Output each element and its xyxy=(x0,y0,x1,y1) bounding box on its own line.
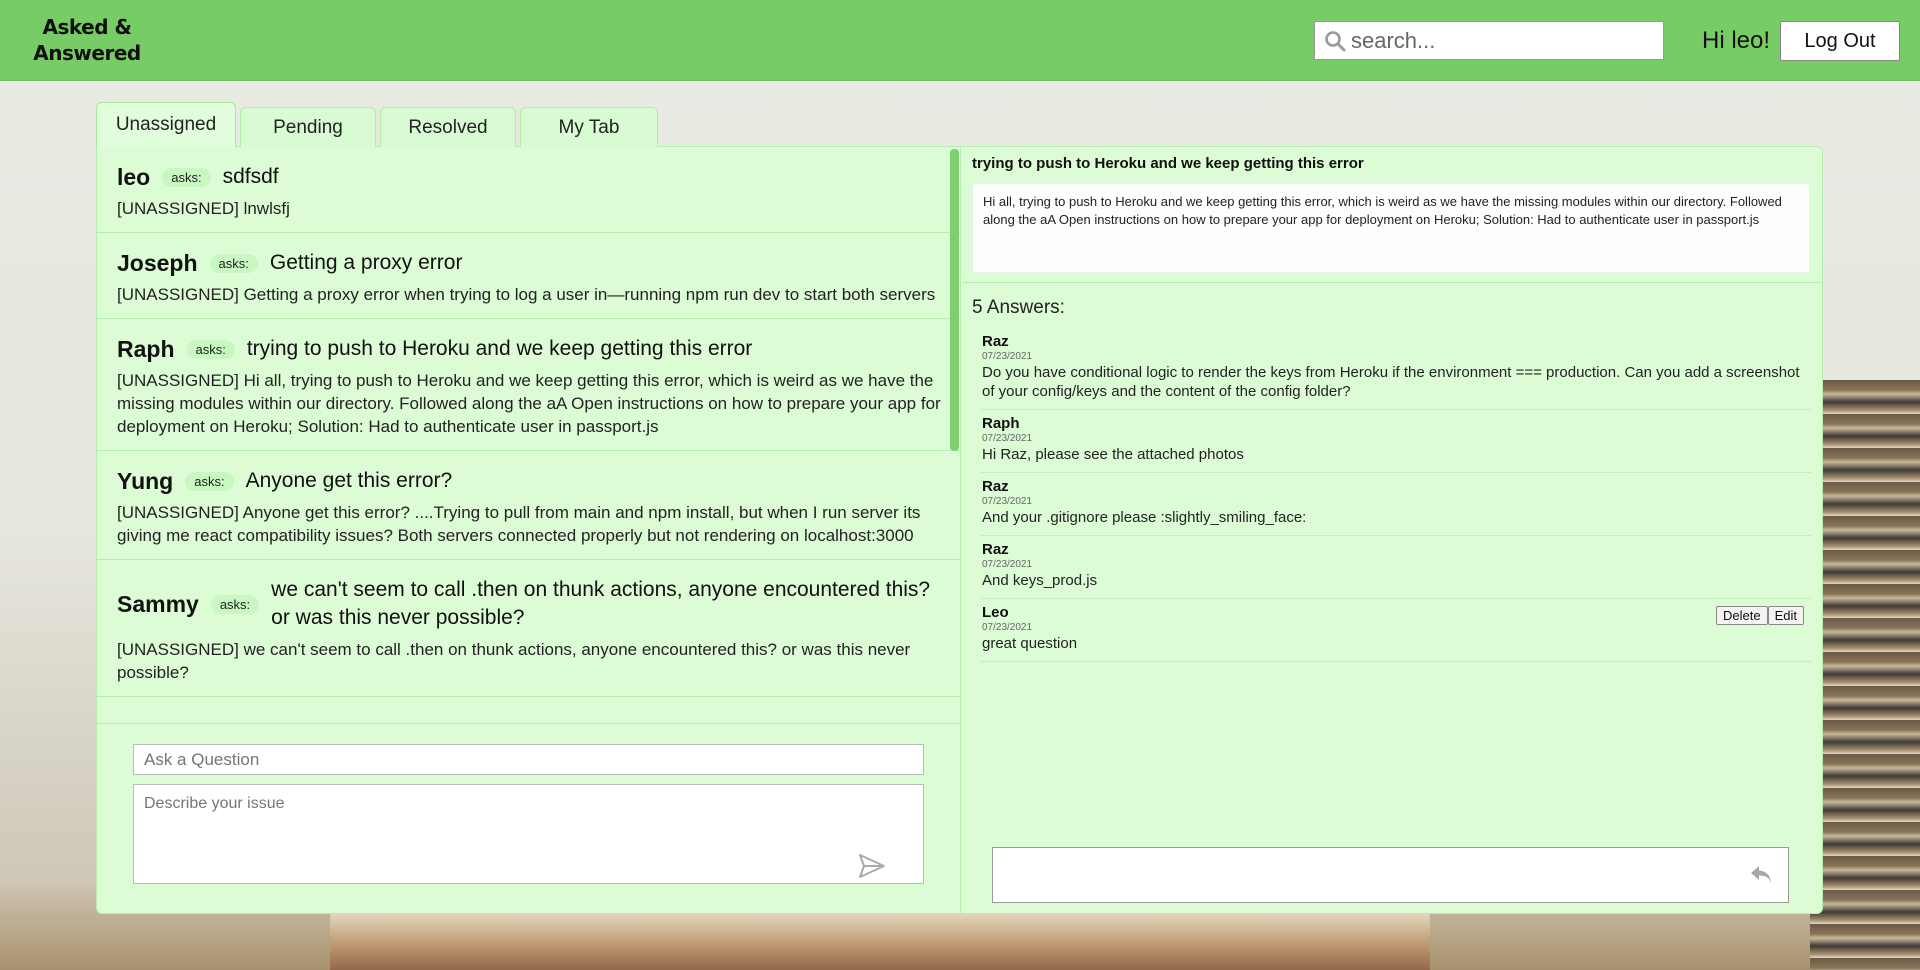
logo-line-1: Asked & xyxy=(42,15,132,39)
answer-text: great question xyxy=(982,635,1078,652)
answer-author: Raph xyxy=(982,415,1020,432)
top-nav-bar: Asked & Answered Hi leo! Log Out xyxy=(0,0,1920,81)
answer-author: Raz xyxy=(982,333,1009,350)
tab-resolved[interactable]: Resolved xyxy=(380,107,516,147)
asks-badge: asks: xyxy=(209,253,258,273)
tab-my-tab[interactable]: My Tab xyxy=(520,107,658,147)
question-item[interactable]: Joseph asks: Getting a proxy error [UNAS… xyxy=(97,233,961,319)
answer-date: 07/23/2021 xyxy=(982,559,1033,570)
answer-date: 07/23/2021 xyxy=(982,496,1033,507)
question-body: [UNASSIGNED] lnwlsfj xyxy=(117,199,290,218)
question-title-input[interactable] xyxy=(133,744,924,775)
reply-icon[interactable] xyxy=(1748,863,1774,887)
answer-date: 07/23/2021 xyxy=(982,433,1033,444)
answer-date: 07/23/2021 xyxy=(982,351,1033,362)
question-author: Joseph xyxy=(117,249,198,276)
question-column: leo asks: sdfsdf [UNASSIGNED] lnwlsfj Jo… xyxy=(97,147,961,913)
search-icon xyxy=(1325,30,1346,51)
tab-unassigned[interactable]: Unassigned xyxy=(96,102,236,147)
app-logo[interactable]: Asked & Answered xyxy=(22,14,152,66)
answer-item: Raph 07/23/2021 Hi Raz, please see the a… xyxy=(980,410,1812,473)
answer-text: Hi Raz, please see the attached photos xyxy=(982,446,1244,463)
logo-line-2: Answered xyxy=(33,41,141,65)
answers-count: 5 Answers: xyxy=(972,297,1065,318)
question-author: Sammy xyxy=(117,590,199,617)
question-title: trying to push to Heroku and we keep get… xyxy=(246,337,753,360)
answer-list: Raz 07/23/2021 Do you have conditional l… xyxy=(980,328,1812,662)
question-title: we can't seem to call .then on thunk act… xyxy=(271,578,931,629)
answer-text: And your .gitignore please :slightly_smi… xyxy=(982,509,1307,526)
answer-author: Leo xyxy=(982,604,1009,621)
answer-item: Raz 07/23/2021 And keys_prod.js xyxy=(980,536,1812,599)
send-icon[interactable] xyxy=(857,851,887,881)
asks-badge: asks: xyxy=(162,167,211,187)
answer-item: Leo 07/23/2021 great question Delete Edi… xyxy=(980,599,1812,662)
answer-item: Raz 07/23/2021 And your .gitignore pleas… xyxy=(980,473,1812,536)
main-panel: leo asks: sdfsdf [UNASSIGNED] lnwlsfj Jo… xyxy=(96,146,1823,914)
question-item[interactable]: Yung asks: Anyone get this error? [UNASS… xyxy=(97,451,961,560)
user-greeting: Hi leo! xyxy=(1702,27,1771,54)
logout-button[interactable]: Log Out xyxy=(1780,21,1900,61)
question-item[interactable]: Sammy asks: we can't seem to call .then … xyxy=(97,560,961,697)
delete-answer-button[interactable]: Delete xyxy=(1716,606,1768,625)
answer-item: Raz 07/23/2021 Do you have conditional l… xyxy=(980,328,1812,410)
question-item[interactable]: Raph asks: trying to push to Heroku and … xyxy=(97,319,961,451)
question-title: sdfsdf xyxy=(222,165,279,188)
question-body: [UNASSIGNED] we can't seem to call .then… xyxy=(117,640,911,682)
asks-badge: asks: xyxy=(186,339,235,359)
question-title: Getting a proxy error xyxy=(269,251,463,274)
detail-title: trying to push to Heroku and we keep get… xyxy=(972,155,1364,172)
answer-text: Do you have conditional logic to render … xyxy=(982,364,1800,400)
asks-badge: asks: xyxy=(210,594,260,614)
search-bar xyxy=(1314,21,1664,60)
edit-answer-button[interactable]: Edit xyxy=(1767,606,1804,625)
asks-badge: asks: xyxy=(185,471,234,491)
answer-author: Raz xyxy=(982,541,1009,558)
ask-question-form xyxy=(97,723,961,913)
tab-pending[interactable]: Pending xyxy=(240,107,376,147)
question-detail: trying to push to Heroku and we keep get… xyxy=(962,147,1822,913)
search-input[interactable] xyxy=(1351,27,1651,54)
question-body: [UNASSIGNED] Hi all, trying to push to H… xyxy=(117,371,941,436)
answer-form xyxy=(992,847,1789,903)
answer-date: 07/23/2021 xyxy=(982,622,1033,633)
question-author: Raph xyxy=(117,335,175,362)
answer-author: Raz xyxy=(982,478,1009,495)
answer-text: And keys_prod.js xyxy=(982,572,1098,589)
question-list-scrollbar[interactable] xyxy=(950,149,959,451)
question-author: leo xyxy=(117,163,151,190)
question-author: Yung xyxy=(117,467,174,494)
answer-actions: Delete Edit xyxy=(1716,606,1804,625)
question-item[interactable]: leo asks: sdfsdf [UNASSIGNED] lnwlsfj xyxy=(97,147,961,233)
question-body: [UNASSIGNED] Getting a proxy error when … xyxy=(117,285,936,304)
divider xyxy=(962,282,1822,283)
detail-body: Hi all, trying to push to Heroku and we … xyxy=(972,183,1810,273)
question-title: Anyone get this error? xyxy=(245,469,453,492)
question-tabs: Unassigned Pending Resolved My Tab xyxy=(96,102,662,147)
question-body: [UNASSIGNED] Anyone get this error? ....… xyxy=(117,503,921,545)
question-list[interactable]: leo asks: sdfsdf [UNASSIGNED] lnwlsfj Jo… xyxy=(97,147,961,723)
answer-input[interactable] xyxy=(993,848,1733,902)
question-description-input[interactable] xyxy=(133,784,924,884)
